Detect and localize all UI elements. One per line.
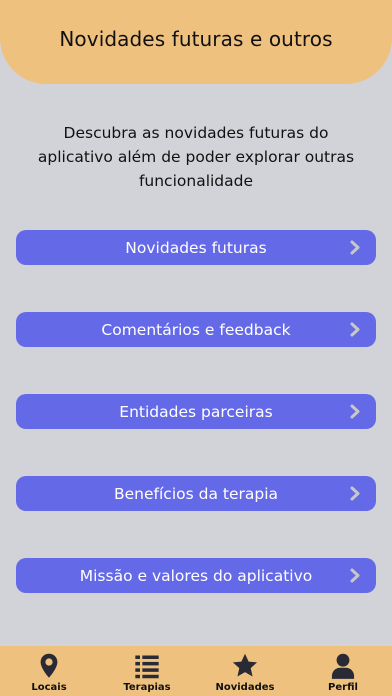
missao-valores-button[interactable]: Missão e valores do aplicativo xyxy=(16,558,376,593)
chevron-right-icon xyxy=(350,568,360,583)
tab-label: Terapias xyxy=(123,682,171,693)
comentarios-feedback-button[interactable]: Comentários e feedback xyxy=(16,312,376,347)
intro-text: Descubra as novidades futuras do aplicat… xyxy=(37,124,355,190)
entidades-parceiras-button[interactable]: Entidades parceiras xyxy=(16,394,376,429)
page-header: Novidades futuras e outros xyxy=(0,0,392,84)
tab-terapias[interactable]: Terapias xyxy=(98,646,196,693)
tab-locais[interactable]: Locais xyxy=(0,646,98,693)
list-icon xyxy=(135,655,159,679)
tab-label: Novidades xyxy=(215,682,275,693)
menu-button-label: Comentários e feedback xyxy=(101,320,291,339)
star-icon xyxy=(232,653,258,677)
chevron-right-icon xyxy=(350,404,360,419)
novidades-futuras-button[interactable]: Novidades futuras xyxy=(16,230,376,265)
menu-button-label: Missão e valores do aplicativo xyxy=(79,566,313,585)
map-pin-icon xyxy=(40,653,58,678)
bottom-tab-bar: Locais Terapias Novidades Perfil xyxy=(0,646,392,696)
user-icon xyxy=(331,653,355,679)
tab-perfil[interactable]: Perfil xyxy=(294,646,392,693)
tab-novidades[interactable]: Novidades xyxy=(196,646,294,693)
menu-button-label: Entidades parceiras xyxy=(119,402,273,421)
menu-button-label: Novidades futuras xyxy=(125,238,267,257)
chevron-right-icon xyxy=(350,322,360,337)
beneficios-terapia-button[interactable]: Benefícios da terapia xyxy=(16,476,376,511)
chevron-right-icon xyxy=(350,486,360,501)
page-title: Novidades futuras e outros xyxy=(59,27,333,51)
tab-label: Locais xyxy=(31,682,67,693)
tab-label: Perfil xyxy=(328,682,358,693)
menu-button-label: Benefícios da terapia xyxy=(114,484,278,503)
chevron-right-icon xyxy=(350,240,360,255)
